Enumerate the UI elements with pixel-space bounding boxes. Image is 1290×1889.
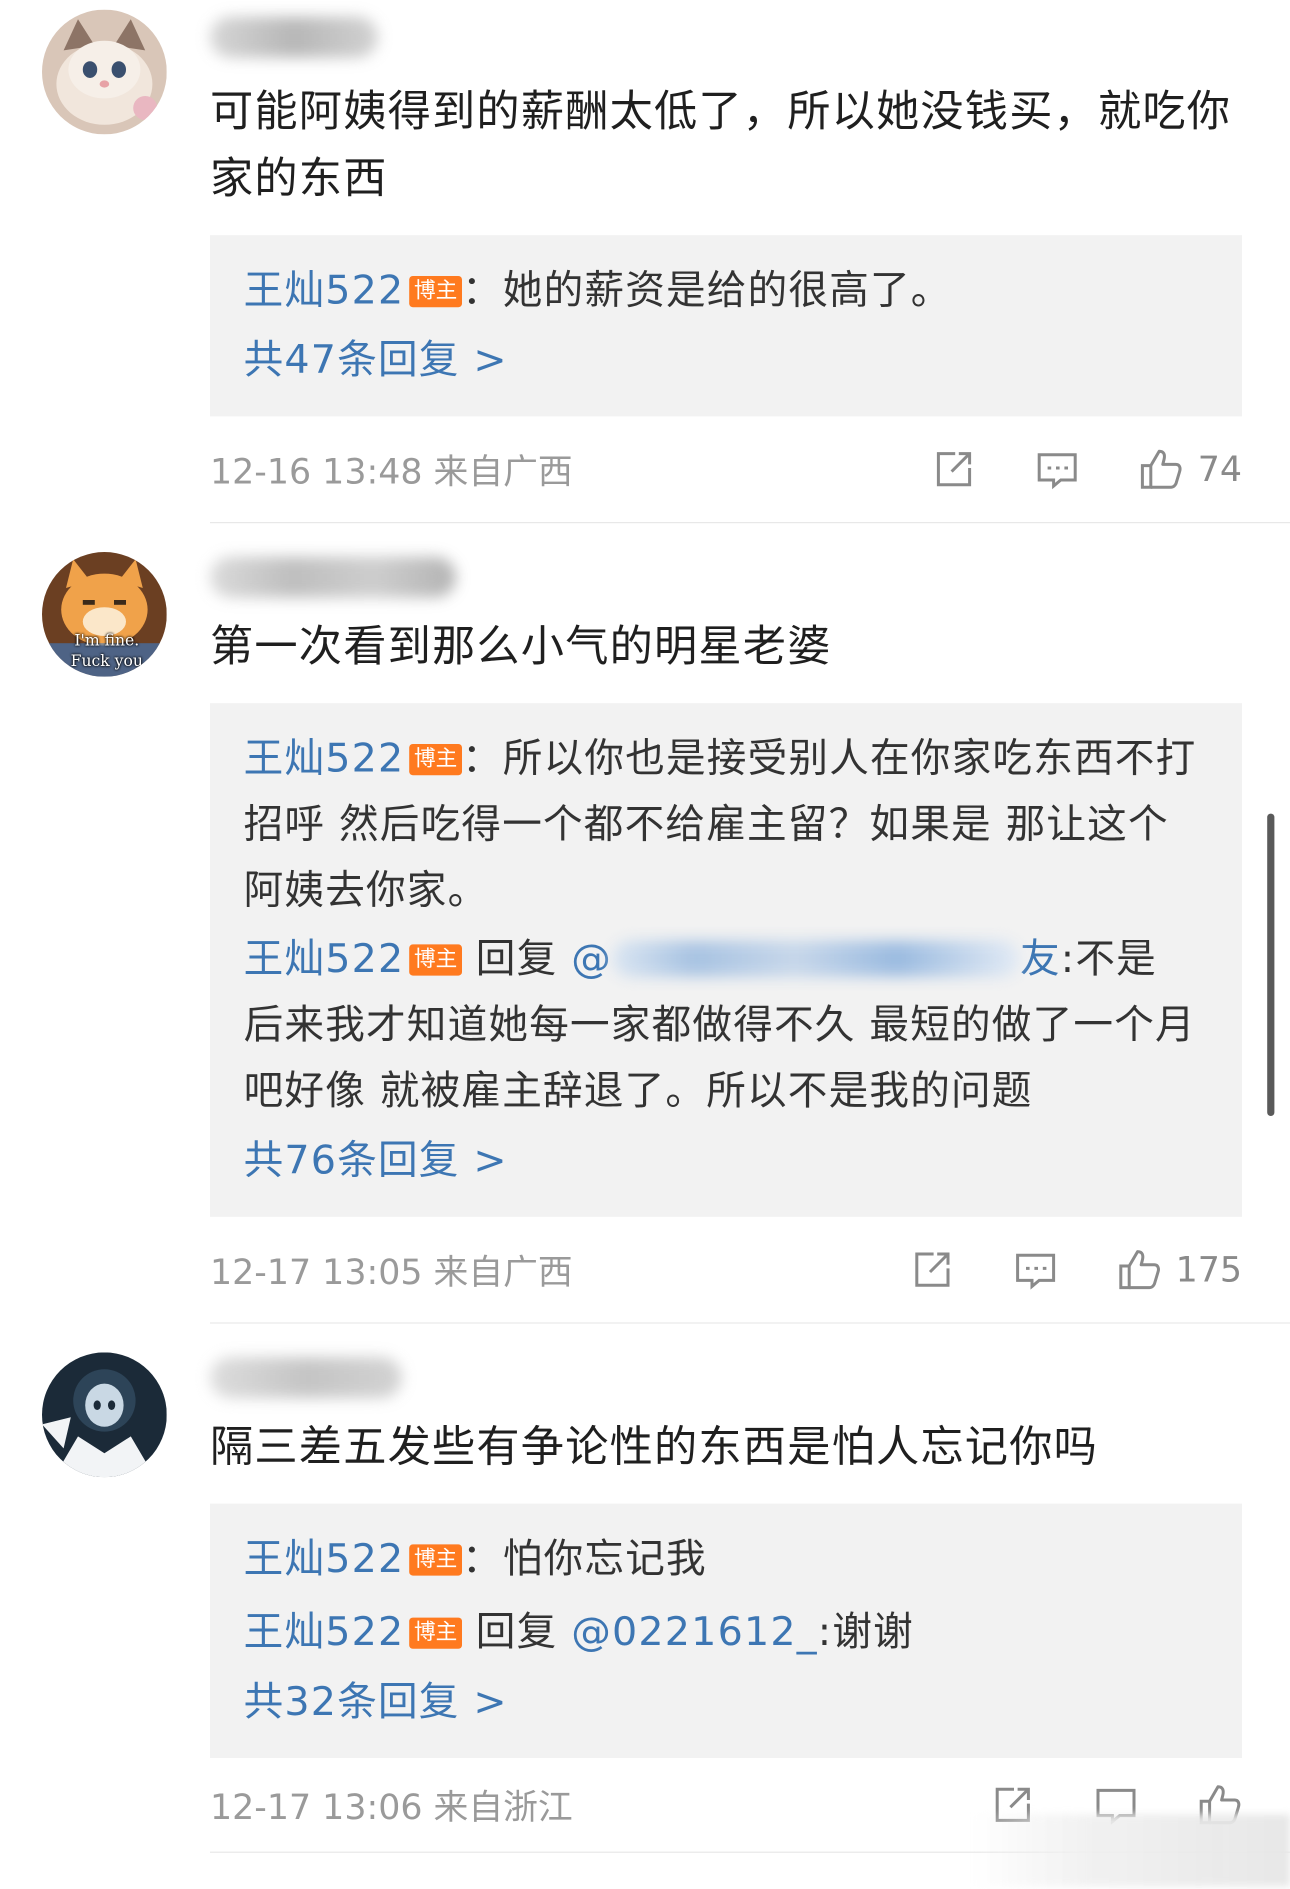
- mention-at: @: [571, 934, 612, 982]
- comment-icon: [1015, 1253, 1055, 1290]
- avatar[interactable]: [42, 1352, 167, 1478]
- mention-link[interactable]: @0221612_: [571, 1608, 818, 1655]
- more-replies-link[interactable]: 共76条回复 >: [244, 1128, 1209, 1193]
- comment-button[interactable]: [1035, 446, 1081, 492]
- share-icon: [914, 1252, 950, 1287]
- author-badge: 博主: [409, 1617, 463, 1649]
- comment-meta: 12-17 13:05 来自广西 175: [210, 1217, 1242, 1323]
- more-replies-link[interactable]: 共32条回复 >: [244, 1669, 1209, 1734]
- thumbs-up-icon: [1141, 449, 1182, 489]
- reply-author[interactable]: 王灿522: [244, 1608, 405, 1655]
- comment-text: 第一次看到那么小气的明星老婆: [210, 622, 832, 672]
- comment-timestamp: 12-16 13:48 来自广西: [210, 451, 573, 493]
- mention-link[interactable]: @ 友: [571, 935, 1061, 982]
- username-blurred[interactable]: [210, 556, 457, 598]
- reply-line: 王灿522 博主 回复 @0221612_:谢谢: [244, 1598, 1209, 1664]
- comment-timestamp: 12-17 13:05 来自广西: [210, 1251, 573, 1293]
- comment-text: 可能阿姨得到的薪酬太低了，所以她没钱买，就吃你家的东西: [210, 87, 1232, 205]
- username-blurred[interactable]: [210, 1357, 403, 1398]
- comment-text: 隔三差五发些有争论性的东西是怕人忘记你吗: [210, 1423, 1099, 1473]
- reply-text: :谢谢: [817, 1608, 914, 1655]
- like-count: 74: [1197, 448, 1242, 490]
- reply-line: 王灿522 博主 回复 @ 友:不是 后来我才知道她每一家都做得不久 最短的做了一个…: [244, 925, 1209, 1123]
- avatar[interactable]: [42, 9, 167, 135]
- reply-text: 怕你忘记我: [502, 1534, 707, 1582]
- reply-word: 回复: [475, 1608, 558, 1655]
- comment-item: I'm fine. Fuck you 第一次看到那么小气的明星老婆 王灿522 博…: [42, 523, 1290, 1324]
- like-button[interactable]: 175: [1116, 1247, 1242, 1293]
- share-button[interactable]: [909, 1247, 955, 1293]
- reply-author[interactable]: 王灿522: [244, 266, 405, 313]
- comment-actions: 175: [852, 1247, 1242, 1293]
- comment-meta: 12-16 13:48 来自广西 74: [210, 416, 1242, 522]
- author-badge: 博主: [409, 944, 463, 976]
- comment-item: 可能阿姨得到的薪酬太低了，所以她没钱买，就吃你家的东西 王灿522 博主 ：她的薪资…: [42, 0, 1290, 524]
- share-icon: [937, 452, 972, 487]
- avatar[interactable]: I'm fine. Fuck you: [42, 552, 167, 677]
- reply-line: 王灿522 博主 ：所以你也是接受别人在你家吃东西不打招呼 然后吃得一个都不给雇主留…: [244, 725, 1209, 923]
- like-button[interactable]: 74: [1138, 446, 1242, 492]
- reply-separator: ：: [462, 734, 503, 782]
- watermark-blur: [972, 1814, 1290, 1887]
- reply-separator: ：: [462, 1534, 503, 1582]
- scrollbar[interactable]: [1267, 813, 1275, 1116]
- anime-avatar-image: [42, 1352, 167, 1478]
- reply-box[interactable]: 王灿522 博主 ：怕你忘记我 王灿522 博主 回复 @0221612_:谢谢 共3…: [210, 1503, 1243, 1759]
- reply-text: 她的薪资是给的很高了。: [502, 266, 952, 314]
- comment-feed: 可能阿姨得到的薪酬太低了，所以她没钱买，就吃你家的东西 王灿522 博主 ：她的薪资…: [0, 0, 1290, 1889]
- reply-author[interactable]: 王灿522: [244, 935, 405, 982]
- share-button[interactable]: [931, 446, 977, 492]
- mention-blurred-name: [612, 940, 1021, 977]
- more-replies-link[interactable]: 共47条回复 >: [244, 328, 1209, 393]
- reply-box[interactable]: 王灿522 博主 ：她的薪资是给的很高了。 共47条回复 >: [210, 235, 1243, 417]
- reply-line: 王灿522 博主 ：她的薪资是给的很高了。: [244, 257, 1209, 323]
- comment-item: 隔三差五发些有争论性的东西是怕人忘记你吗 王灿522 博主 ：怕你忘记我 王灿522…: [42, 1324, 1290, 1853]
- reply-separator: ：: [462, 266, 503, 314]
- mention-suffix: 友: [1020, 934, 1061, 982]
- username-blurred[interactable]: [210, 16, 378, 58]
- comment-button[interactable]: [1012, 1247, 1058, 1293]
- comment-icon: [1037, 453, 1077, 490]
- reply-author[interactable]: 王灿522: [244, 734, 405, 781]
- author-badge: 博主: [409, 276, 463, 308]
- avatar-caption: I'm fine. Fuck you: [70, 632, 143, 671]
- comment-actions: 74: [874, 446, 1242, 492]
- cat-avatar-image: [42, 9, 167, 135]
- like-count: 175: [1175, 1249, 1242, 1290]
- author-badge: 博主: [409, 1544, 463, 1576]
- comment-timestamp: 12-17 13:06 来自浙江: [210, 1786, 573, 1828]
- thumbs-up-icon: [1118, 1250, 1160, 1290]
- reply-author[interactable]: 王灿522: [244, 1535, 405, 1582]
- reply-box[interactable]: 王灿522 博主 ：所以你也是接受别人在你家吃东西不打招呼 然后吃得一个都不给雇主留…: [210, 703, 1243, 1217]
- reply-word: 回复: [475, 934, 558, 982]
- author-badge: 博主: [409, 744, 463, 776]
- reply-line: 王灿522 博主 ：怕你忘记我: [244, 1525, 1209, 1591]
